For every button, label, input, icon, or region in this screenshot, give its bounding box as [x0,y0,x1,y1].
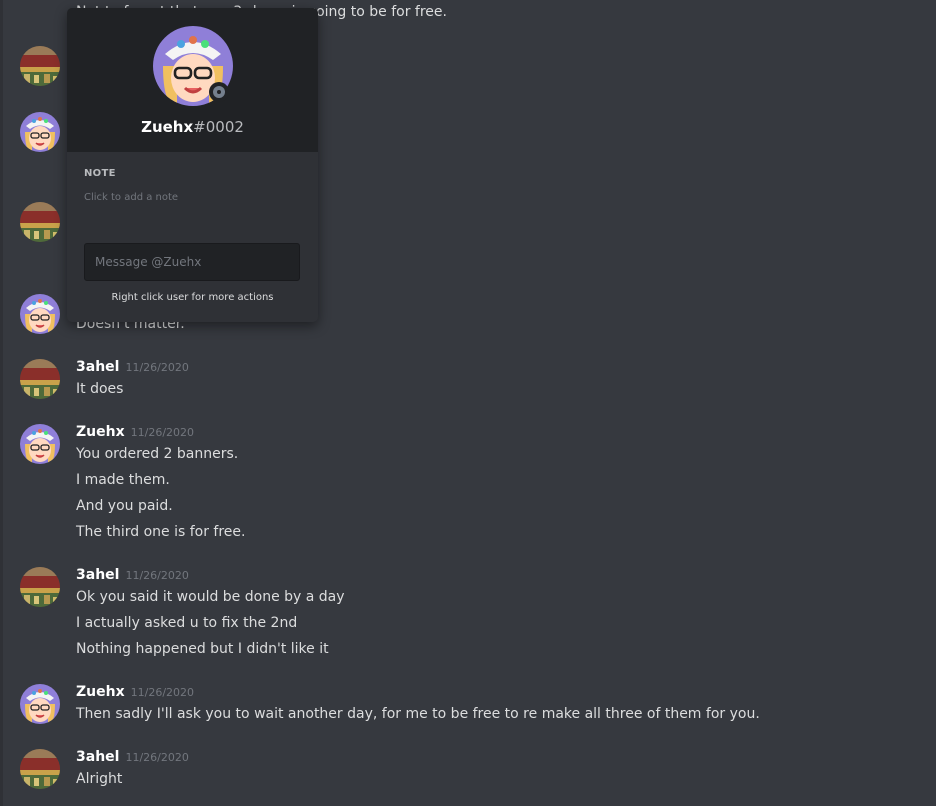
message-line: And you paid. [76,498,173,514]
popout-username[interactable]: Zuehx#0002 [67,118,318,136]
message-header: Zuehx 11/26/2020 [76,684,194,700]
author-name[interactable]: 3ahel [76,359,119,375]
avatar-zuehx[interactable] [20,112,60,152]
avatar-3ahel[interactable] [20,359,60,399]
avatar-3ahel[interactable] [20,46,60,86]
message-header: 3ahel 11/26/2020 [76,359,189,375]
message-line: You ordered 2 banners. [76,446,239,462]
avatar-zuehx[interactable] [20,684,60,724]
timestamp: 11/26/2020 [125,751,189,764]
timestamp: 11/26/2020 [125,361,189,374]
user-popout: Zuehx#0002 NOTE Click to add a note Mess… [67,8,318,322]
message-line: The third one is for free. [76,524,246,540]
message-line: It does [76,381,124,397]
timestamp: 11/26/2020 [130,426,195,439]
message-header: Zuehx 11/26/2020 [76,424,194,440]
message-header: 3ahel 11/26/2020 [76,749,189,765]
note-label: NOTE [84,168,116,179]
username: Zuehx [141,118,194,136]
author-name[interactable]: 3ahel [76,567,119,583]
avatar-zuehx[interactable] [20,424,60,464]
timestamp: 11/26/2020 [125,569,189,582]
author-name[interactable]: Zuehx [76,424,125,440]
avatar-zuehx[interactable] [20,294,60,334]
message-line: Then sadly I'll ask you to wait another … [76,706,760,722]
message-header: 3ahel 11/26/2020 [76,567,189,583]
message-input[interactable]: Message @Zuehx [84,243,300,281]
note-input[interactable]: Click to add a note [84,192,178,203]
message-line: I made them. [76,472,170,488]
message-line: Nothing happened but I didn't like it [76,641,329,657]
discriminator: #0002 [193,118,244,136]
popout-header: Zuehx#0002 [67,8,318,152]
status-offline-icon [209,82,229,102]
avatar-3ahel[interactable] [20,202,60,242]
message-line: Ok you said it would be done by a day [76,589,345,605]
avatar-3ahel[interactable] [20,567,60,607]
popout-hint: Right click user for more actions [111,292,274,303]
message-line: I actually asked u to fix the 2nd [76,615,298,631]
avatar-3ahel[interactable] [20,749,60,789]
author-name[interactable]: Zuehx [76,684,125,700]
message-line: Alright [76,771,123,787]
timestamp: 11/26/2020 [130,686,195,699]
author-name[interactable]: 3ahel [76,749,119,765]
